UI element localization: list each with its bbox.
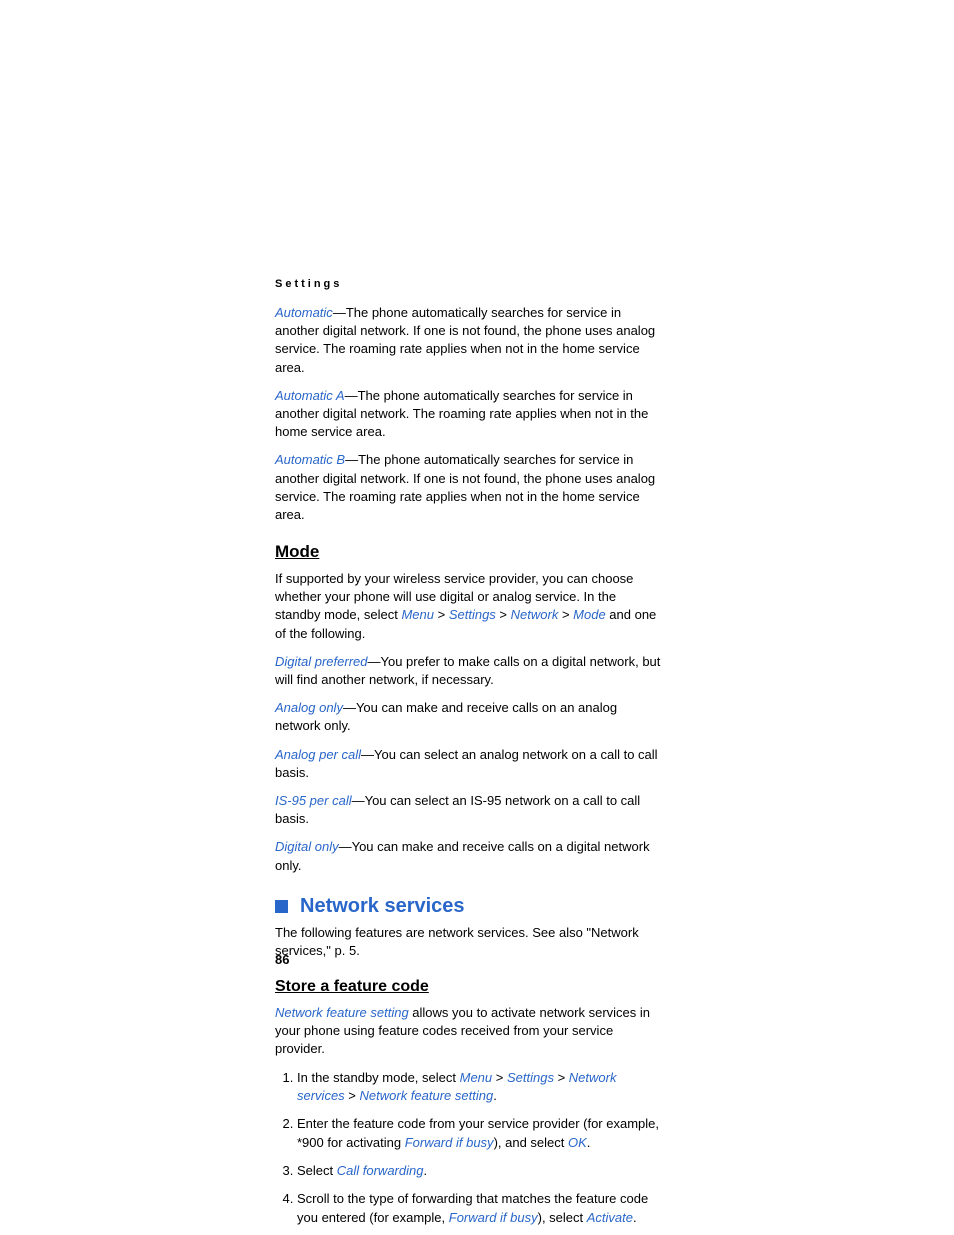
text: . — [633, 1210, 637, 1225]
paragraph-digital-only: Digital only—You can make and receive ca… — [275, 838, 664, 874]
separator: > — [496, 607, 511, 622]
separator: > — [345, 1088, 360, 1103]
paragraph-is95: IS-95 per call—You can select an IS-95 n… — [275, 792, 664, 828]
step-4: Scroll to the type of forwarding that ma… — [297, 1190, 664, 1228]
step-3: Select Call forwarding. — [297, 1162, 664, 1181]
paragraph-digital-preferred: Digital preferred—You prefer to make cal… — [275, 653, 664, 689]
term-link[interactable]: Digital preferred — [275, 654, 368, 669]
activate-link[interactable]: Activate — [587, 1210, 633, 1225]
paragraph-automatic: Automatic—The phone automatically search… — [275, 304, 664, 377]
term-link[interactable]: Analog per call — [275, 747, 361, 762]
text: . — [423, 1163, 427, 1178]
ok-link[interactable]: OK — [568, 1135, 587, 1150]
forward-if-busy-link[interactable]: Forward if busy — [449, 1210, 538, 1225]
settings-link[interactable]: Settings — [507, 1070, 554, 1085]
step-2: Enter the feature code from your service… — [297, 1115, 664, 1153]
settings-link[interactable]: Settings — [449, 607, 496, 622]
paragraph-analog-only: Analog only—You can make and receive cal… — [275, 699, 664, 735]
paragraph-text: —The phone automatically searches for se… — [275, 305, 655, 375]
term-link[interactable]: Automatic — [275, 305, 333, 320]
term-link[interactable]: Digital only — [275, 839, 339, 854]
term-link[interactable]: Automatic B — [275, 452, 345, 467]
paragraph-automatic-a: Automatic A—The phone automatically sear… — [275, 387, 664, 442]
term-link[interactable]: IS-95 per call — [275, 793, 352, 808]
heading-network-services: Network services — [275, 895, 664, 918]
separator: > — [558, 607, 573, 622]
page-number: 86 — [275, 952, 289, 967]
menu-link[interactable]: Menu — [401, 607, 434, 622]
menu-link[interactable]: Menu — [460, 1070, 493, 1085]
term-link[interactable]: Automatic A — [275, 388, 345, 403]
steps-list: In the standby mode, select Menu > Setti… — [275, 1069, 664, 1228]
text: Select — [297, 1163, 337, 1178]
heading-text: Network services — [300, 895, 465, 918]
text: ), and select — [494, 1135, 568, 1150]
mode-link[interactable]: Mode — [573, 607, 606, 622]
separator: > — [492, 1070, 507, 1085]
heading-mode: Mode — [275, 542, 664, 562]
text: ), select — [538, 1210, 587, 1225]
separator: > — [434, 607, 449, 622]
sfc-intro: Network feature setting allows you to ac… — [275, 1004, 664, 1059]
nfs-link[interactable]: Network feature setting — [360, 1088, 494, 1103]
paragraph-analog-per-call: Analog per call—You can select an analog… — [275, 746, 664, 782]
square-bullet-icon — [275, 900, 288, 913]
text: In the standby mode, select — [297, 1070, 460, 1085]
document-page: Settings Automatic—The phone automatical… — [0, 0, 954, 1235]
mode-intro: If supported by your wireless service pr… — [275, 570, 664, 643]
paragraph-automatic-b: Automatic B—The phone automatically sear… — [275, 451, 664, 524]
network-services-desc: The following features are network servi… — [275, 924, 664, 960]
section-header: Settings — [275, 278, 664, 290]
text: . — [493, 1088, 497, 1103]
step-1: In the standby mode, select Menu > Setti… — [297, 1069, 664, 1107]
term-link[interactable]: Network feature setting — [275, 1005, 409, 1020]
separator: > — [554, 1070, 569, 1085]
heading-store-feature-code: Store a feature code — [275, 978, 664, 996]
term-link[interactable]: Analog only — [275, 700, 343, 715]
forward-if-busy-link[interactable]: Forward if busy — [405, 1135, 494, 1150]
network-link[interactable]: Network — [511, 607, 559, 622]
call-forwarding-link[interactable]: Call forwarding — [337, 1163, 424, 1178]
text: . — [587, 1135, 591, 1150]
